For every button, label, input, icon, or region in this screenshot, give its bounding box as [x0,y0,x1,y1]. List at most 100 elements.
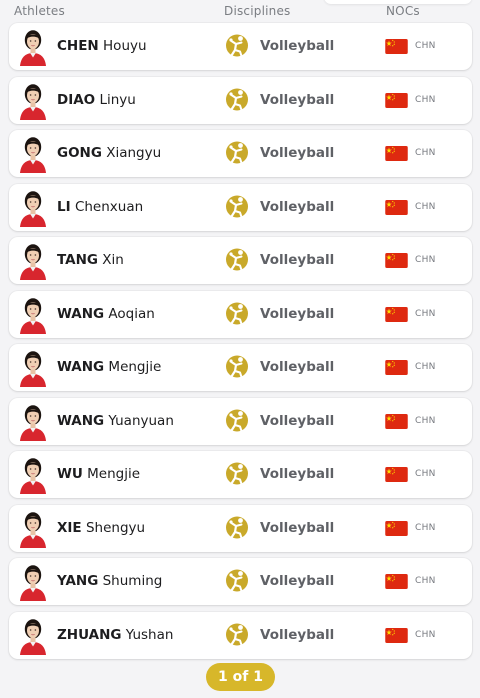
athlete-name: XIE Shengyu [57,520,145,536]
athlete-last-name: LI [57,198,71,215]
athlete-last-name: XIE [57,519,82,536]
noc-code: CHN [415,41,436,51]
discipline-label: Volleyball [260,91,335,108]
athlete-row[interactable]: XIE Shengyu Volleyball CHN [9,504,472,552]
noc-code: CHN [415,469,436,479]
athlete-last-name: WANG [57,305,105,322]
noc-code: CHN [415,94,436,105]
china-flag-icon [385,413,408,429]
discipline-label: Volleyball [260,466,335,482]
china-flag-icon [385,574,408,589]
volleyball-pictogram-icon [225,87,249,113]
athlete-last-name: DIAO [57,91,96,108]
noc-code: CHN [415,308,436,319]
athlete-name: CHEN Houyu [57,38,147,54]
athlete-first-name: Linyu [99,91,136,108]
athlete-avatar [19,509,47,548]
athlete-name: LI Chenxuan [57,199,143,215]
volleyball-pictogram-icon [225,194,249,220]
volleyball-pictogram-icon [225,247,249,273]
volleyball-pictogram-icon [225,568,249,594]
athlete-last-name: WANG [57,412,105,429]
athlete-first-name: Xiangyu [106,145,162,161]
athlete-last-name: ZHUANG [57,626,122,643]
noc-code: CHN [415,362,436,372]
athlete-row[interactable]: DIAO Linyu Volleyball CHN [9,76,472,124]
athlete-avatar [19,27,47,66]
table-header: Athletes Disciplines NOCs [0,0,480,22]
athlete-row[interactable]: WANG Mengjie Volleyball CHN [9,344,472,391]
athlete-name: DIAO Linyu [57,92,136,108]
athlete-avatar [19,241,47,280]
volleyball-pictogram-icon [225,140,249,166]
discipline-label: Volleyball [260,198,335,215]
athlete-avatar [19,562,47,601]
discipline-label: Volleyball [260,252,335,268]
discipline-label: Volleyball [260,573,335,589]
athlete-avatar [19,402,47,441]
athlete-row[interactable]: ZHUANG Yushan Volleyball CHN [9,611,472,659]
athlete-first-name: Xin [102,252,124,268]
athlete-row[interactable]: GONG Xiangyu Volleyball CHN [9,130,472,177]
athlete-last-name: WU [57,466,83,482]
noc-code: CHN [415,201,436,212]
athlete-avatar [19,348,47,387]
athlete-avatar [19,134,47,173]
discipline-label: Volleyball [260,519,335,536]
athlete-name: YANG Shuming [57,573,162,589]
china-flag-icon [385,360,408,375]
china-flag-icon [385,253,408,268]
china-flag-icon [385,92,408,108]
athlete-last-name: YANG [57,573,99,589]
athlete-first-name: Shuming [102,573,163,589]
volleyball-pictogram-icon [225,515,249,541]
athlete-avatar [19,295,47,334]
athlete-first-name: Yuanyuan [108,412,174,429]
athlete-last-name: WANG [57,359,105,375]
athlete-first-name: Yushan [125,626,174,643]
china-flag-icon [385,39,408,54]
china-flag-icon [385,306,408,322]
athlete-row[interactable]: YANG Shuming Volleyball CHN [9,558,472,605]
athlete-row[interactable]: WU Mengjie Volleyball CHN [9,451,472,498]
discipline-label: Volleyball [260,412,335,429]
athlete-row[interactable]: CHEN Houyu Volleyball CHN [9,23,472,70]
noc-code: CHN [415,522,436,533]
athlete-last-name: TANG [57,252,98,268]
athlete-first-name: Aoqian [108,305,155,322]
athlete-name: WANG Mengjie [57,359,161,375]
athlete-name: WU Mengjie [57,466,140,482]
noc-code: CHN [415,629,436,640]
noc-code: CHN [415,148,436,158]
athlete-first-name: Shengyu [85,519,146,536]
column-header-nocs: NOCs [386,4,420,18]
athlete-first-name: Mengjie [87,466,141,482]
athlete-avatar [19,188,47,227]
athlete-name: WANG Yuanyuan [57,413,174,429]
athlete-name: GONG Xiangyu [57,145,161,161]
athlete-row[interactable]: WANG Aoqian Volleyball CHN [9,290,472,338]
china-flag-icon [385,467,408,482]
noc-code: CHN [415,576,436,586]
athlete-first-name: Houyu [103,38,147,54]
athlete-row[interactable]: TANG Xin Volleyball CHN [9,237,472,284]
noc-code: CHN [415,415,436,426]
column-header-disciplines: Disciplines [224,4,291,18]
athlete-avatar [19,616,47,655]
volleyball-pictogram-icon [225,354,249,380]
volleyball-pictogram-icon [225,33,249,59]
volleyball-pictogram-icon [225,408,249,434]
athlete-row[interactable]: LI Chenxuan Volleyball CHN [9,183,472,231]
china-flag-icon [385,146,408,161]
china-flag-icon [385,199,408,215]
athlete-last-name: CHEN [57,38,99,54]
athlete-avatar [19,455,47,494]
athlete-first-name: Chenxuan [74,198,144,215]
china-flag-icon [385,627,408,643]
pagination-button[interactable]: 1 of 1 [206,663,275,691]
athlete-row[interactable]: WANG Yuanyuan Volleyball CHN [9,397,472,445]
volleyball-pictogram-icon [225,301,249,327]
china-flag-icon [385,520,408,536]
discipline-label: Volleyball [260,305,335,322]
athlete-name: TANG Xin [57,252,124,268]
